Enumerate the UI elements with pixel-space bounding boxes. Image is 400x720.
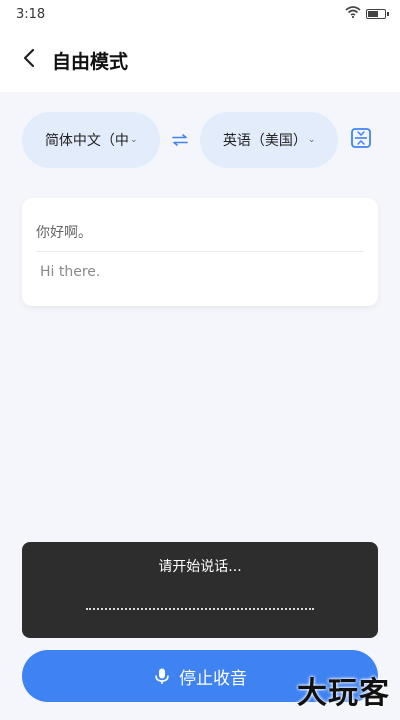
back-button[interactable] — [22, 45, 46, 75]
listening-panel: 请开始说话... — [22, 542, 378, 638]
status-bar: 3:18 — [0, 0, 400, 28]
app-screen: 3:18 自由模式 简体中文（中 ⌄ 英语（美国） ⌄ 你好啊。 Hi ther… — [0, 0, 400, 720]
translation-card: 你好啊。 Hi there. — [22, 198, 378, 306]
status-time: 3:18 — [16, 6, 46, 22]
page-title: 自由模式 — [52, 50, 129, 73]
swap-arrows-icon — [172, 131, 188, 150]
target-language-label: 英语（美国） — [222, 133, 307, 149]
swap-language-button[interactable] — [160, 120, 200, 160]
language-selector: 简体中文（中 ⌄ 英语（美国） ⌄ — [22, 112, 378, 168]
status-icons — [345, 6, 389, 22]
translated-text: Hi there. — [40, 264, 101, 280]
wifi-icon — [345, 6, 361, 22]
battery-icon — [366, 9, 389, 19]
chevron-left-icon — [22, 48, 36, 72]
source-text: 你好啊。 — [36, 198, 364, 252]
voice-waveform — [86, 608, 314, 612]
split-view-button[interactable] — [344, 123, 378, 157]
app-header: 自由模式 — [0, 28, 400, 92]
watermark: 大玩客 — [297, 676, 390, 711]
listening-prompt: 请开始说话... — [158, 559, 242, 575]
split-view-icon — [350, 127, 372, 153]
stop-recording-label: 停止收音 — [179, 668, 247, 689]
microphone-icon — [153, 667, 171, 685]
source-language-button[interactable]: 简体中文（中 ⌄ — [22, 112, 161, 168]
source-language-label: 简体中文（中 — [44, 133, 129, 149]
target-language-button[interactable]: 英语（美国） ⌄ — [199, 112, 339, 168]
chevron-down-icon: ⌄ — [129, 135, 138, 145]
chevron-down-icon: ⌄ — [307, 135, 316, 145]
